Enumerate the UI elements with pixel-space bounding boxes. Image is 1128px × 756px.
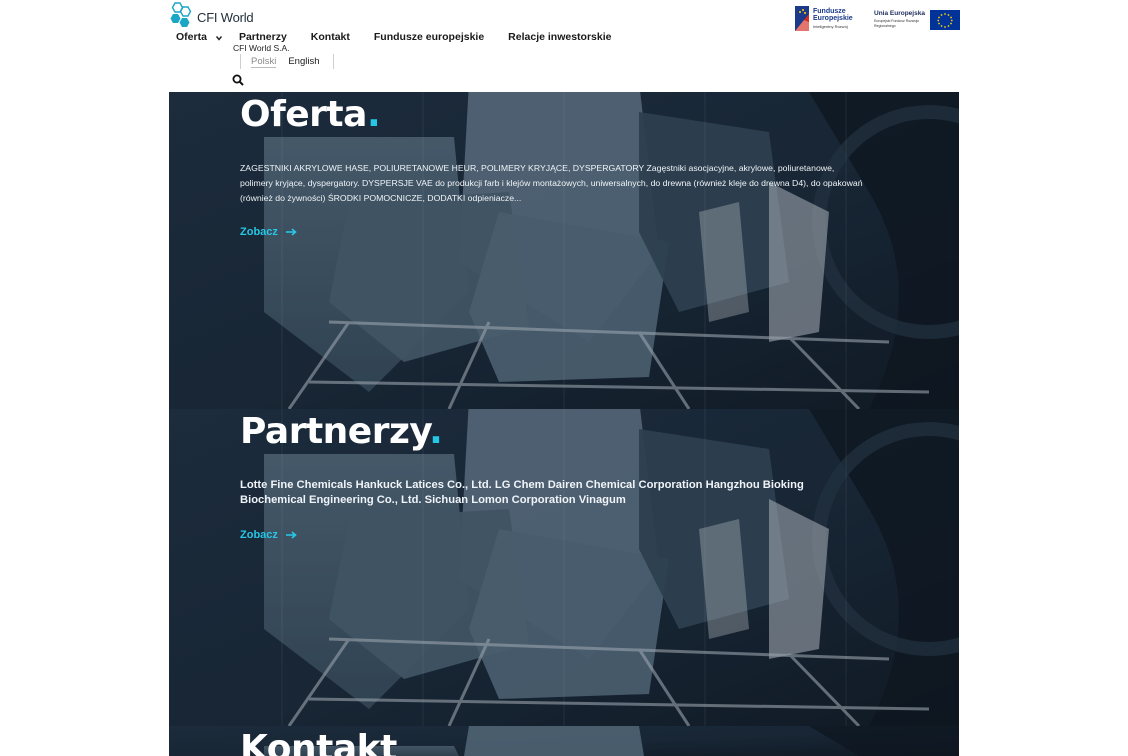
nav-item-label: Kontakt — [310, 31, 350, 43]
logo-text: CFI World — [197, 10, 254, 25]
nav-item-label: Relacje inwestorskie — [508, 31, 612, 43]
panel-kontakt: Kontakt — [169, 726, 959, 756]
nav-item-partnerzy[interactable]: Partnerzy — [239, 31, 287, 43]
nav-item-fundusze[interactable]: Fundusze europejskie — [374, 31, 484, 43]
panel-description: ZAGESTNIKI AKRYLOWE HASE, POLIURETANOWE … — [240, 163, 863, 203]
company-name: CFI World S.A. — [233, 43, 290, 53]
nav-item-label: Fundusze europejskie — [373, 31, 485, 43]
lang-english[interactable]: English — [288, 56, 319, 67]
panel-oferta: Oferta. ZAGESTNIKI AKRYLOWE HASE, POLIUR… — [169, 92, 959, 409]
see-more-label: Zobacz — [240, 529, 278, 541]
panel-background-image — [169, 409, 959, 726]
panel-background-image — [169, 92, 959, 409]
search-icon[interactable] — [232, 71, 244, 86]
fundusze-europejskie-logo-icon — [795, 6, 809, 31]
nav-item-label: Oferta — [176, 31, 207, 43]
language-switcher: Polski English — [240, 54, 334, 69]
logo[interactable]: CFI World — [169, 1, 259, 28]
panel-title: Kontakt — [240, 728, 397, 756]
see-more-link[interactable]: Zobacz — [240, 226, 297, 238]
ue-title: Unia Europejska — [874, 10, 925, 17]
panel-title: Oferta. — [240, 94, 381, 135]
see-more-label: Zobacz — [240, 226, 278, 238]
chevron-down-icon — [215, 33, 223, 41]
nav-item-relacje[interactable]: Relacje inwestorskie — [508, 31, 611, 43]
panel-description: Lotte Fine Chemicals Hankuck Latices Co.… — [240, 479, 804, 506]
main-nav: Oferta Partnerzy Kontakt Fundusze europe… — [176, 30, 635, 44]
see-more-link[interactable]: Zobacz — [240, 529, 297, 541]
nav-item-label: Partnerzy — [238, 31, 287, 43]
eu-funds-logos[interactable]: Fundusze Europejskie Inteligentny Rozwój… — [795, 5, 960, 33]
nav-item-oferta[interactable]: Oferta — [176, 31, 223, 43]
logo-hexagons-icon — [170, 1, 192, 27]
fe-title: Fundusze Europejskie — [813, 8, 853, 22]
arrow-right-icon — [285, 531, 297, 539]
eu-flag-icon — [930, 10, 960, 30]
arrow-right-icon — [285, 228, 297, 236]
nav-item-kontakt[interactable]: Kontakt — [311, 31, 350, 43]
lang-polski[interactable]: Polski — [251, 56, 277, 68]
fe-subtitle: Inteligentny Rozwój — [813, 24, 848, 29]
panel-partnerzy: Partnerzy. Lotte Fine Chemicals Hankuck … — [169, 409, 959, 726]
ue-subtitle: Europejski Fundusz Rozwoju Regionalnego — [874, 19, 920, 28]
panel-title: Partnerzy. — [240, 411, 443, 452]
